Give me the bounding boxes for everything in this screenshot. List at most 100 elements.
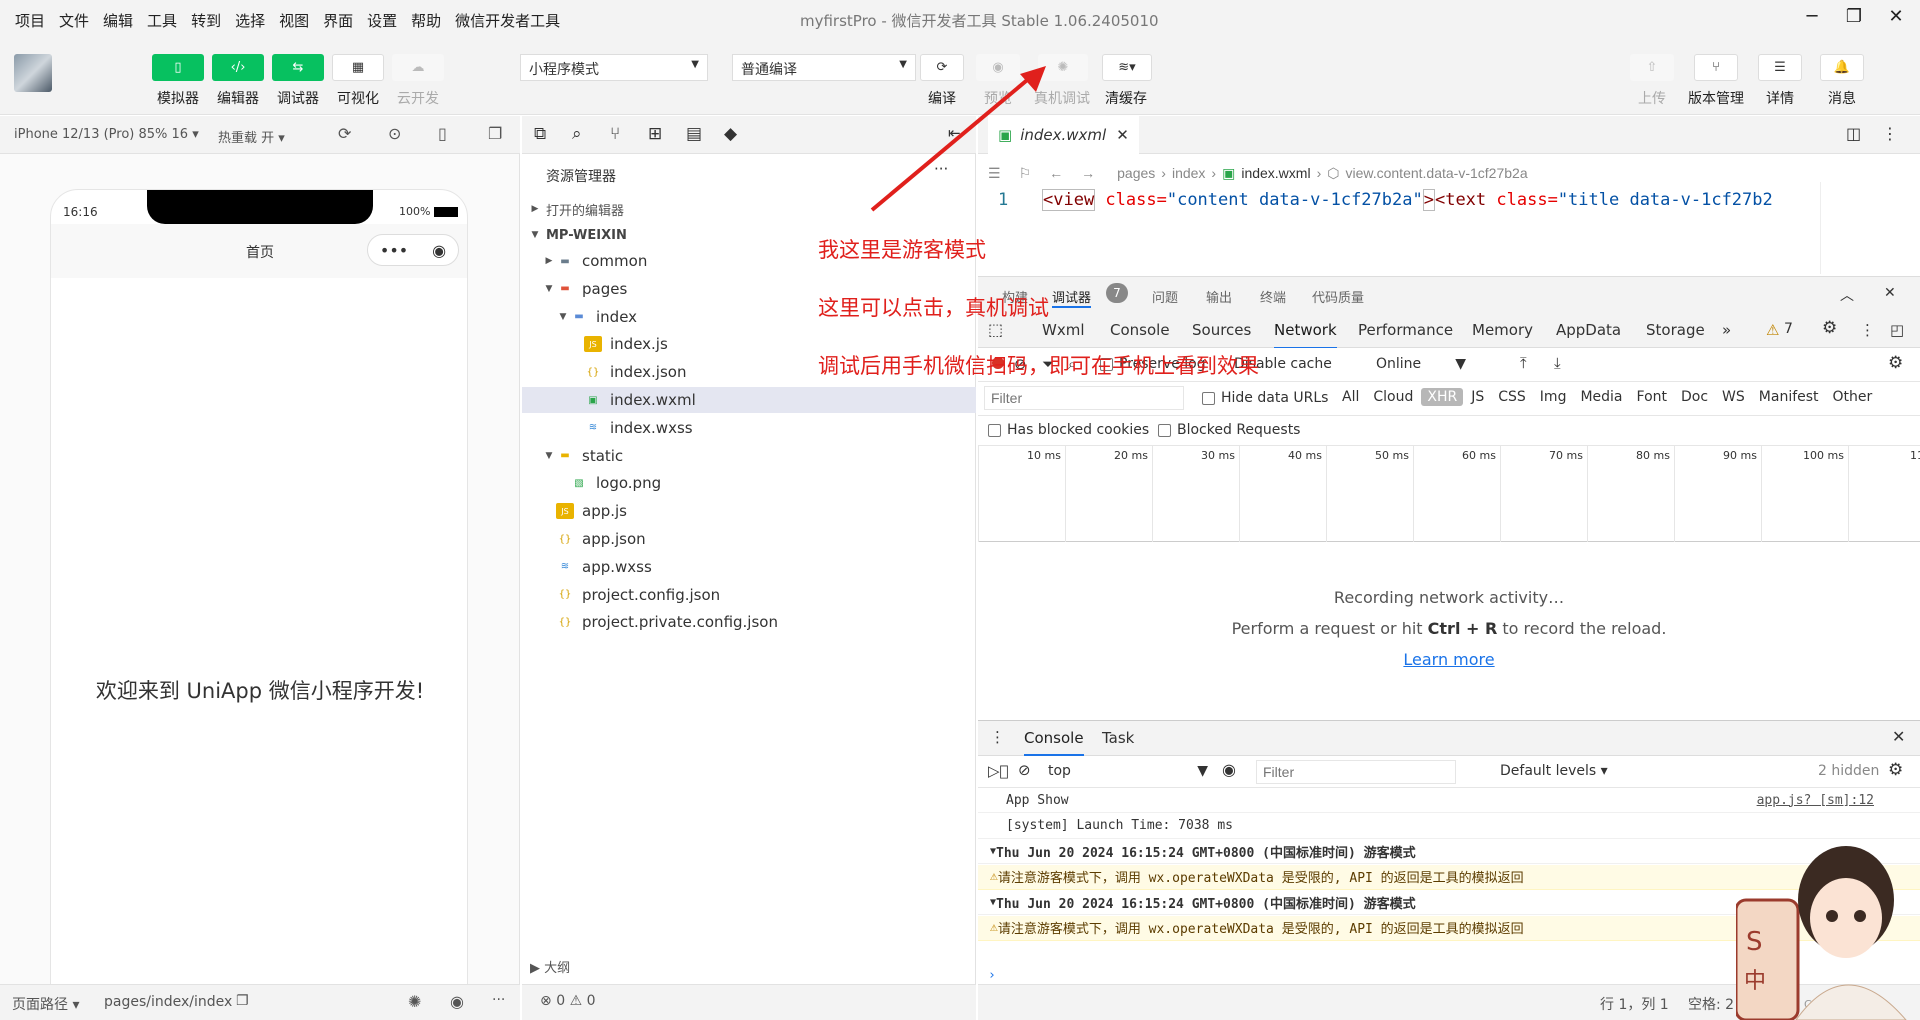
type-filter-ws[interactable]: WS [1716, 388, 1751, 406]
type-filter-doc[interactable]: Doc [1675, 388, 1714, 406]
close-icon[interactable]: ✕ [1116, 126, 1129, 144]
tab-task[interactable]: Task [1102, 729, 1134, 747]
levels-select[interactable]: Default levels ▾ [1500, 763, 1608, 779]
console-filter-input[interactable] [1256, 760, 1456, 784]
tree-item[interactable]: {} app.json [522, 526, 976, 552]
outline-section[interactable]: ▶ 大纲 [530, 957, 570, 976]
tree-item[interactable]: {} project.private.config.json [522, 609, 976, 635]
close-mini-icon[interactable]: ◉ [432, 241, 446, 260]
avatar[interactable] [14, 54, 52, 92]
bug-icon[interactable]: ✺ [408, 992, 421, 1011]
warning-icon[interactable]: ⚠ [1766, 321, 1779, 339]
forward-icon[interactable]: → [1081, 165, 1095, 181]
popout-icon[interactable]: ❐ [488, 124, 502, 143]
stop-icon[interactable]: ⊙ [388, 124, 401, 143]
layout-icon[interactable]: ▤ [686, 124, 702, 144]
undock-icon[interactable]: ◰ [1890, 321, 1904, 339]
learn-more-link[interactable]: Learn more [978, 650, 1920, 669]
editor-button[interactable]: ‹/› [212, 54, 264, 81]
details-button[interactable]: ☰ [1758, 54, 1802, 81]
close-window-button[interactable]: ✕ [1876, 6, 1916, 34]
tree-item[interactable]: ▧ logo.png [522, 470, 976, 496]
tab-terminal[interactable]: 终端 [1260, 287, 1286, 306]
blocked-requests-checkbox[interactable]: Blocked Requests [1158, 422, 1300, 438]
type-filter-img[interactable]: Img [1534, 388, 1573, 406]
breadcrumb-index[interactable]: index [1172, 165, 1205, 181]
version-button[interactable]: ⑂ [1694, 54, 1738, 81]
tree-item[interactable]: ≋ app.wxss [522, 554, 976, 580]
source-link[interactable]: app.js? [sm]:12 [1757, 793, 1874, 808]
gear-icon[interactable]: ⚙ [1822, 318, 1837, 338]
tree-item[interactable]: ▼ ▬ static [522, 443, 976, 469]
page-path-label[interactable]: 页面路径 ▾ [12, 994, 79, 1014]
simulator-button[interactable]: ▯ [152, 54, 204, 81]
indent-spaces[interactable]: 空格: 2 [1688, 994, 1734, 1014]
code-editor[interactable]: ☰ ⚐ ← → pages › index › ▣ index.wxml › ⬡… [978, 154, 1920, 274]
context-select[interactable]: top ▼ [1048, 763, 1208, 779]
minimize-button[interactable]: ─ [1792, 6, 1832, 34]
breadcrumb-pages[interactable]: pages [1117, 165, 1155, 181]
inspect-icon[interactable]: ⬚ [988, 320, 1003, 339]
menu-project[interactable]: 项目 [8, 10, 52, 31]
menu-edit[interactable]: 编辑 [96, 10, 140, 31]
type-filter-xhr[interactable]: XHR [1421, 388, 1464, 406]
collapse-icon[interactable]: ︿ [1840, 285, 1854, 305]
extensions-icon[interactable]: ⊞ [648, 124, 662, 144]
type-filter-manifest[interactable]: Manifest [1753, 388, 1825, 406]
clear-console-icon[interactable]: ⊘ [1018, 761, 1031, 779]
split-editor-icon[interactable]: ◫ [1846, 124, 1861, 143]
minimap[interactable] [1820, 182, 1908, 274]
mode-select[interactable]: 小程序模式 ▼ [520, 54, 708, 81]
type-filter-media[interactable]: Media [1574, 388, 1628, 406]
maximize-button[interactable]: ❐ [1834, 6, 1874, 34]
docker-icon[interactable]: ◆ [724, 124, 737, 144]
menu-devtools[interactable]: 微信开发者工具 [448, 10, 567, 31]
tab-network[interactable]: Network [1274, 321, 1337, 349]
menu-file[interactable]: 文件 [52, 10, 96, 31]
type-filter-js[interactable]: JS [1465, 388, 1490, 406]
upload-button[interactable]: ⇧ [1630, 54, 1674, 81]
hide-data-urls-checkbox[interactable]: Hide data URLs [1202, 390, 1328, 406]
tree-item[interactable]: ▣ index.wxml [522, 387, 976, 413]
cloud-button[interactable]: ☁ [392, 54, 444, 81]
menu-settings[interactable]: 设置 [360, 10, 404, 31]
rotate-icon[interactable]: ⟳ [338, 124, 351, 143]
eye-icon[interactable]: ◉ [1222, 760, 1236, 779]
menu-help[interactable]: 帮助 [404, 10, 448, 31]
tab-debugger[interactable]: 调试器 [1052, 287, 1092, 308]
messages-button[interactable]: 🔔 [1820, 54, 1864, 81]
more-icon[interactable]: ••• [380, 241, 408, 260]
gear-icon[interactable]: ⚙ [1888, 353, 1903, 373]
git-icon[interactable]: ⑂ [610, 124, 620, 144]
console-line[interactable]: App Show app.js? [sm]:12 [978, 788, 1920, 813]
more-icon[interactable]: ⋮ [1860, 321, 1875, 339]
tab-output[interactable]: 输出 [1206, 287, 1232, 306]
menu-select[interactable]: 选择 [228, 10, 272, 31]
tab-performance[interactable]: Performance [1358, 321, 1453, 339]
tab-code-quality[interactable]: 代码质量 [1312, 287, 1364, 306]
visual-button[interactable]: ▦ [332, 54, 384, 81]
tab-wxml[interactable]: Wxml [1042, 321, 1085, 339]
menu-interface[interactable]: 界面 [316, 10, 360, 31]
export-icon[interactable]: ⤓ [1554, 354, 1561, 372]
blocked-cookies-checkbox[interactable]: Has blocked cookies [988, 422, 1149, 438]
menu-view[interactable]: 视图 [272, 10, 316, 31]
network-filter-input[interactable] [984, 386, 1184, 410]
files-icon[interactable]: ⧉ [534, 124, 546, 144]
search-icon[interactable]: ⌕ [572, 124, 582, 144]
tab-problems[interactable]: 问题 [1152, 287, 1178, 306]
tab-console-drawer[interactable]: Console [1024, 729, 1084, 756]
console-prompt[interactable]: › [988, 968, 996, 983]
drawer-menu-icon[interactable]: ⋮ [990, 728, 1005, 746]
eye-icon[interactable]: ◉ [450, 992, 464, 1011]
copy-icon[interactable]: ❐ [236, 993, 249, 1009]
cursor-position[interactable]: 行 1，列 1 [1600, 994, 1669, 1014]
problems-count[interactable]: ⊗ 0 ⚠ 0 [540, 993, 596, 1009]
phone-icon[interactable]: ▯ [438, 124, 447, 143]
gear-icon[interactable]: ⚙ [1888, 760, 1903, 780]
tab-memory[interactable]: Memory [1472, 321, 1533, 339]
more-tabs-button[interactable]: » [1722, 321, 1731, 339]
tab-storage[interactable]: Storage [1646, 321, 1705, 339]
sidebar-toggle-icon[interactable]: ▷⃞ [988, 762, 1009, 780]
tree-item[interactable]: ≋ index.wxss [522, 415, 976, 441]
